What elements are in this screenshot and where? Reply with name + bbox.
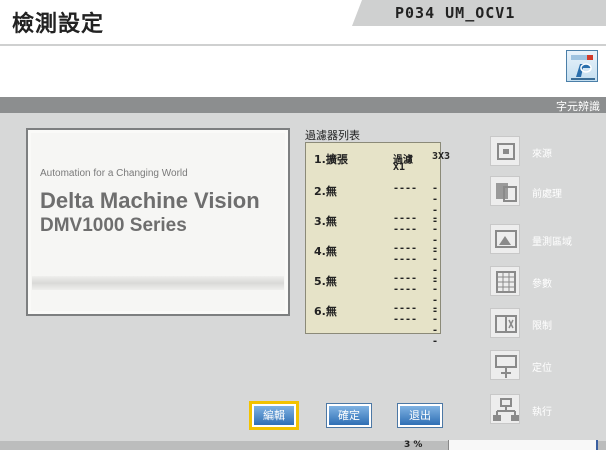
list-item[interactable]: 6.無 ---- ---- ---- bbox=[314, 301, 438, 347]
exit-button[interactable]: 退出 bbox=[398, 404, 442, 427]
filter-name: 2.無 bbox=[314, 185, 337, 198]
limit-icon bbox=[490, 308, 520, 338]
measure-area-icon bbox=[490, 224, 520, 254]
parameter-grid-icon bbox=[490, 266, 520, 296]
header-divider bbox=[0, 44, 606, 46]
preview-heading: Delta Machine Vision bbox=[40, 188, 260, 213]
sidebar-item-parameters[interactable]: 參數 bbox=[484, 266, 606, 302]
sidebar-item-limits[interactable]: 限制 bbox=[484, 308, 606, 344]
sidebar-item-position[interactable]: 定位 bbox=[484, 350, 606, 386]
filter-type: ---- bbox=[393, 273, 418, 284]
filter-list[interactable]: 1.擴張 過濾 X1 3X3 2.無 ---- ---- 3.無 ---- --… bbox=[305, 142, 450, 347]
filter-type: ---- bbox=[393, 213, 418, 224]
sidebar-item-measure-area[interactable]: 量測區域 bbox=[484, 224, 606, 260]
source-camera-icon bbox=[490, 136, 520, 166]
filter-name: 4.無 bbox=[314, 245, 337, 258]
filter-list-title: 過濾器列表 bbox=[305, 129, 360, 142]
header: 檢測設定 P034 UM_OCV1 bbox=[0, 0, 606, 97]
list-item[interactable]: 1.擴張 過濾 X1 3X3 bbox=[314, 149, 450, 177]
list-item[interactable]: 4.無 ---- ---- ---- bbox=[314, 241, 438, 287]
list-item[interactable]: 3.無 ---- ---- ---- bbox=[314, 211, 438, 257]
filter-param: ---- bbox=[393, 254, 418, 265]
sidebar-item-label: 定位 bbox=[532, 363, 552, 374]
filter-param: X1 bbox=[393, 162, 406, 173]
band-label: 字元辨識 bbox=[556, 100, 600, 113]
list-item[interactable]: 5.無 ---- ---- ---- bbox=[314, 271, 438, 317]
filter-name: 6.無 bbox=[314, 305, 337, 318]
sidebar-item-label: 來源 bbox=[532, 149, 552, 160]
sidebar-item-execute[interactable]: 執行 bbox=[484, 394, 606, 430]
filter-name: 3.無 bbox=[314, 215, 337, 228]
screen-frame: 檢測設定 P034 UM_OCV1 字元辨識 Automation for a … bbox=[0, 0, 606, 450]
program-id: P034 UM_OCV1 bbox=[395, 4, 516, 22]
filter-name: 1.擴張 bbox=[314, 153, 348, 166]
preview-caption: Automation for a Changing World bbox=[40, 168, 188, 179]
camera-report-icon[interactable] bbox=[566, 50, 598, 82]
filter-param: ---- bbox=[393, 284, 418, 295]
filter-param: ---- bbox=[393, 224, 418, 235]
sidebar-item-label: 限制 bbox=[532, 321, 552, 332]
sidebar-item-preprocess[interactable]: 前處理 bbox=[484, 176, 606, 212]
list-item[interactable]: 2.無 ---- ---- bbox=[314, 181, 438, 227]
image-preview: Automation for a Changing World Delta Ma… bbox=[26, 128, 290, 316]
sidebar-item-label: 執行 bbox=[532, 407, 552, 418]
section-band: 字元辨識 bbox=[0, 97, 606, 113]
sidebar-item-label: 前處理 bbox=[532, 189, 562, 200]
filter-size: 3X3 bbox=[432, 151, 451, 162]
confirm-button[interactable]: 確定 bbox=[327, 404, 371, 427]
filter-name: 5.無 bbox=[314, 275, 337, 288]
execute-icon bbox=[490, 394, 520, 424]
position-icon bbox=[490, 350, 520, 380]
sidebar-item-label: 參數 bbox=[532, 279, 552, 290]
preview-stripe bbox=[32, 276, 284, 290]
preview-subheading: DMV1000 Series bbox=[40, 215, 187, 236]
edit-button[interactable]: 編輯 bbox=[252, 404, 296, 427]
filter-param: ---- bbox=[393, 314, 418, 325]
sidebar-item-label: 量測區域 bbox=[532, 237, 572, 248]
filter-size: ---- bbox=[432, 303, 439, 347]
sidebar-item-source[interactable]: 來源 bbox=[484, 136, 606, 172]
status-text: 3 % bbox=[404, 440, 423, 450]
filter-type: ---- bbox=[393, 183, 418, 194]
page-title: 檢測設定 bbox=[12, 11, 105, 37]
filter-type: ---- bbox=[393, 303, 418, 314]
filter-type: ---- bbox=[393, 243, 418, 254]
preprocess-icon bbox=[490, 176, 520, 206]
status-field bbox=[448, 440, 598, 450]
